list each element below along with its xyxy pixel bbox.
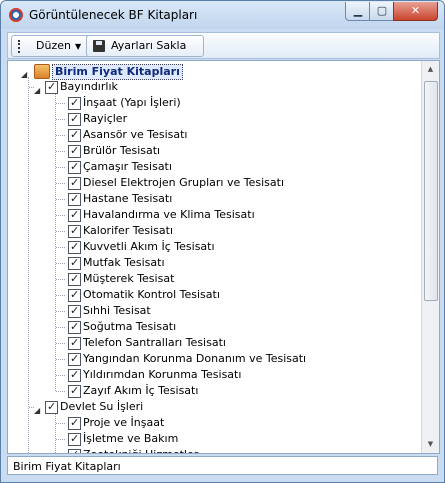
tree-item-label: Yıldırımdan Korunma Tesisatı [83,368,242,381]
tree-item-row[interactable]: Yangından Korunma Donanım ve Tesisatı [8,351,418,367]
item-checkbox[interactable] [68,431,81,447]
tree-item-label: Çamaşır Tesisatı [83,160,172,173]
tree-item-label: Kalorifer Tesisatı [83,224,174,237]
item-checkbox[interactable] [68,367,81,383]
item-checkbox[interactable] [68,287,81,303]
item-checkbox[interactable] [68,383,81,399]
tree-item-row[interactable]: Kalorifer Tesisatı [8,223,418,239]
title-bar[interactable]: Görüntülenecek BF Kitapları ▁ ▢ ✕ [1,1,444,29]
tree-root[interactable]: ◢ Birim Fiyat Kitapları [8,63,418,80]
scroll-down-arrow-icon[interactable]: ▼ [422,436,439,453]
tree-item-row[interactable]: Yıldırımdan Korunma Tesisatı [8,367,418,383]
tree-item-label: İnşaat (Yapı İşleri) [83,96,181,109]
item-checkbox[interactable] [68,351,81,367]
tree-group-label: Devlet Su İşleri [60,400,144,413]
tree-root-label: Birim Fiyat Kitapları [52,64,183,80]
tree-item-row[interactable]: Rayiçler [8,111,418,127]
item-checkbox[interactable] [68,207,81,223]
app-icon [9,8,23,22]
item-checkbox[interactable] [68,255,81,271]
scroll-thumb[interactable] [424,81,438,301]
save-icon [93,40,105,52]
item-checkbox[interactable] [68,239,81,255]
tree-item-row[interactable]: Zayıf Akım İç Tesisatı [8,383,418,399]
tree-item-row[interactable]: Çamaşır Tesisatı [8,159,418,175]
item-checkbox[interactable] [68,159,81,175]
item-checkbox[interactable] [68,127,81,143]
tree-item-label: Hastane Tesisatı [83,192,173,205]
item-checkbox[interactable] [68,447,81,453]
tree-item-label: Telefon Santralları Tesisatı [83,336,226,349]
item-checkbox[interactable] [68,319,81,335]
tree-group-label: Bayındırlık [60,80,118,93]
tree-item-label: Yangından Korunma Donanım ve Tesisatı [83,352,307,365]
toolbar: Düzen ▼ Ayarları Sakla [7,32,440,59]
status-bar: Birim Fiyat Kitapları [7,456,438,475]
tree-item-label: Asansör ve Tesisatı [83,128,188,141]
item-checkbox[interactable] [68,175,81,191]
duzen-menu-button[interactable]: Düzen ▼ [11,35,91,57]
tree-item-label: Havalandırma ve Klima Tesisatı [83,208,255,221]
item-checkbox[interactable] [68,143,81,159]
maximize-button[interactable]: ▢ [369,2,395,21]
item-checkbox[interactable] [68,335,81,351]
tree-item-label: Zootekniği Hizmetler [83,447,198,453]
item-checkbox[interactable] [68,303,81,319]
scroll-up-arrow-icon[interactable]: ▲ [422,61,439,78]
books-icon [34,64,50,79]
edit-icon [18,39,30,53]
minimize-button[interactable]: ▁ [345,2,371,21]
tree-item-label: Rayiçler [83,112,128,125]
tree-item-row[interactable]: Mutfak Tesisatı [8,255,418,271]
tree-item-row[interactable]: Diesel Elektrojen Grupları ve Tesisatı [8,175,418,191]
tree-group-row[interactable]: ◢Bayındırlık [8,79,418,95]
tree-item-row[interactable]: Brülör Tesisatı [8,143,418,159]
item-checkbox[interactable] [68,271,81,287]
tree-item-row[interactable]: Soğutma Tesisatı [8,319,418,335]
tree-item-label: Zayıf Akım İç Tesisatı [83,384,199,397]
main-window: Görüntülenecek BF Kitapları ▁ ▢ ✕ Düzen ▼… [0,0,445,483]
tree-item-row[interactable]: Sıhhi Tesisat [8,303,418,319]
item-checkbox[interactable] [68,415,81,431]
tree-item-row[interactable]: Proje ve İnşaat [8,415,418,431]
tree-item-row[interactable]: Otomatik Kontrol Tesisatı [8,287,418,303]
tree-group-row[interactable]: ◢Devlet Su İşleri [8,399,418,415]
item-checkbox[interactable] [68,95,81,111]
group-checkbox[interactable] [45,79,58,95]
tree-item-row[interactable]: Müşterek Tesisat [8,271,418,287]
item-checkbox[interactable] [68,111,81,127]
tree-item-row[interactable]: Kuvvetli Akım İç Tesisatı [8,239,418,255]
item-checkbox[interactable] [68,191,81,207]
save-label: Ayarları Sakla [111,39,187,52]
dropdown-arrow-icon: ▼ [74,42,82,51]
tree-item-label: İşletme ve Bakım [83,432,179,445]
save-settings-button[interactable]: Ayarları Sakla [86,35,204,57]
tree-item-row[interactable]: Hastane Tesisatı [8,191,418,207]
vertical-scrollbar[interactable]: ▲ ▼ [421,61,439,453]
tree-item-row[interactable]: İnşaat (Yapı İşleri) [8,95,418,111]
tree-item-label: Kuvvetli Akım İç Tesisatı [83,240,215,253]
book-tree[interactable]: ◢Birim Fiyat Kitapları◢Bayındırlıkİnşaat… [7,60,440,454]
tree-item-label: Proje ve İnşaat [83,416,165,429]
duzen-label: Düzen [36,39,71,52]
tree-item-row[interactable]: Telefon Santralları Tesisatı [8,335,418,351]
tree-item-label: Mutfak Tesisatı [83,256,165,269]
group-checkbox[interactable] [45,399,58,415]
window-title: Görüntülenecek BF Kitapları [29,8,198,22]
tree-item-row[interactable]: İşletme ve Bakım [8,431,418,447]
tree-item-label: Otomatik Kontrol Tesisatı [83,288,220,301]
tree-item-label: Soğutma Tesisatı [83,320,177,333]
tree-item-row[interactable]: Zootekniği Hizmetler [8,447,418,453]
tree-item-row[interactable]: Havalandırma ve Klima Tesisatı [8,207,418,223]
tree-item-label: Müşterek Tesisat [83,272,175,285]
tree-item-label: Sıhhi Tesisat [83,304,151,317]
close-button[interactable]: ✕ [393,2,438,21]
tree-item-label: Diesel Elektrojen Grupları ve Tesisatı [83,176,284,189]
tree-item-row[interactable]: Asansör ve Tesisatı [8,127,418,143]
tree-item-label: Brülör Tesisatı [83,144,161,157]
item-checkbox[interactable] [68,223,81,239]
